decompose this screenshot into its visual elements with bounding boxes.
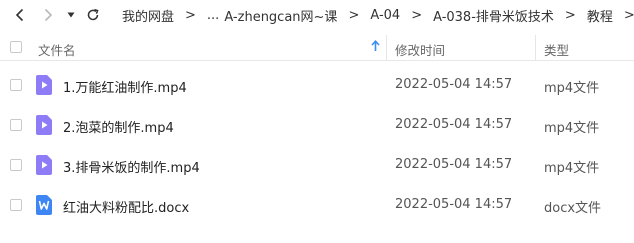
breadcrumb-item-a038[interactable]: A-038-排骨米饭技术 — [433, 6, 554, 25]
file-type: mp4文件 — [544, 121, 600, 136]
column-header-type[interactable]: 类型 — [544, 40, 569, 59]
file-list-header: 文件名 修改时间 类型 — [0, 35, 634, 61]
column-divider[interactable] — [386, 35, 387, 61]
file-row[interactable]: 红油大料粉配比.docx 2022-05-04 14:57 docx文件 — [0, 186, 634, 226]
file-modified-time: 2022-05-04 14:57 — [395, 77, 513, 92]
row-checkbox[interactable] — [10, 199, 22, 211]
video-file-icon — [36, 115, 52, 135]
file-name[interactable]: 3.排骨米饭的制作.mp4 — [63, 157, 200, 176]
file-list: 1.万能红油制作.mp4 2022-05-04 14:57 mp4文件 2.泡菜… — [0, 66, 634, 226]
toolbar: 我的网盘 > ... A-zhengcan网~课 > A-04 > A-038-… — [0, 0, 634, 32]
file-modified-time: 2022-05-04 14:57 — [395, 197, 513, 212]
breadcrumb-item-my-drive[interactable]: 我的网盘 — [122, 6, 174, 25]
breadcrumb-separator: > — [348, 7, 360, 23]
row-checkbox[interactable] — [10, 79, 22, 91]
chevron-right-icon — [44, 8, 53, 22]
sort-ascending-icon[interactable] — [371, 40, 380, 55]
file-row[interactable]: 3.排骨米饭的制作.mp4 2022-05-04 14:57 mp4文件 — [0, 146, 634, 186]
select-all-checkbox[interactable] — [10, 41, 22, 53]
caret-down-icon — [67, 12, 75, 18]
word-file-icon — [36, 195, 52, 215]
breadcrumb-separator: > — [564, 7, 576, 23]
file-name[interactable]: 1.万能红油制作.mp4 — [63, 77, 187, 96]
file-name[interactable]: 2.泡菜的制作.mp4 — [63, 117, 174, 136]
forward-button[interactable] — [36, 4, 60, 26]
history-dropdown-button[interactable] — [62, 4, 80, 26]
file-modified-time: 2022-05-04 14:57 — [395, 117, 513, 132]
file-type: mp4文件 — [544, 161, 600, 176]
arrow-up-icon — [371, 40, 380, 51]
breadcrumb-separator: > — [185, 7, 196, 23]
breadcrumb: 我的网盘 > ... A-zhengcan网~课 > A-04 > A-038-… — [122, 0, 634, 30]
breadcrumb-item-ellipsis[interactable]: ... — [207, 8, 219, 23]
breadcrumb-separator: > — [411, 7, 423, 23]
file-row[interactable]: 1.万能红油制作.mp4 2022-05-04 14:57 mp4文件 — [0, 66, 634, 106]
file-row[interactable]: 2.泡菜的制作.mp4 2022-05-04 14:57 mp4文件 — [0, 106, 634, 146]
column-header-modified[interactable]: 修改时间 — [395, 40, 445, 59]
row-checkbox[interactable] — [10, 159, 22, 171]
column-header-name[interactable]: 文件名 — [38, 40, 76, 59]
file-type: docx文件 — [544, 201, 602, 216]
breadcrumb-item-tutorial[interactable]: 教程 — [587, 6, 613, 25]
file-name[interactable]: 红油大料粉配比.docx — [63, 197, 189, 216]
chevron-left-icon — [15, 8, 24, 22]
breadcrumb-item-a04[interactable]: A-04 — [370, 8, 400, 23]
refresh-button[interactable] — [81, 4, 105, 26]
video-file-icon — [36, 155, 52, 175]
file-modified-time: 2022-05-04 14:57 — [395, 157, 513, 172]
video-file-icon — [36, 75, 52, 95]
breadcrumb-item-course[interactable]: A-zhengcan网~课 — [224, 6, 337, 25]
file-type: mp4文件 — [544, 81, 600, 96]
back-button[interactable] — [8, 4, 32, 26]
breadcrumb-separator: > — [623, 7, 634, 23]
refresh-icon — [87, 8, 99, 21]
column-divider[interactable] — [535, 35, 536, 61]
row-checkbox[interactable] — [10, 119, 22, 131]
